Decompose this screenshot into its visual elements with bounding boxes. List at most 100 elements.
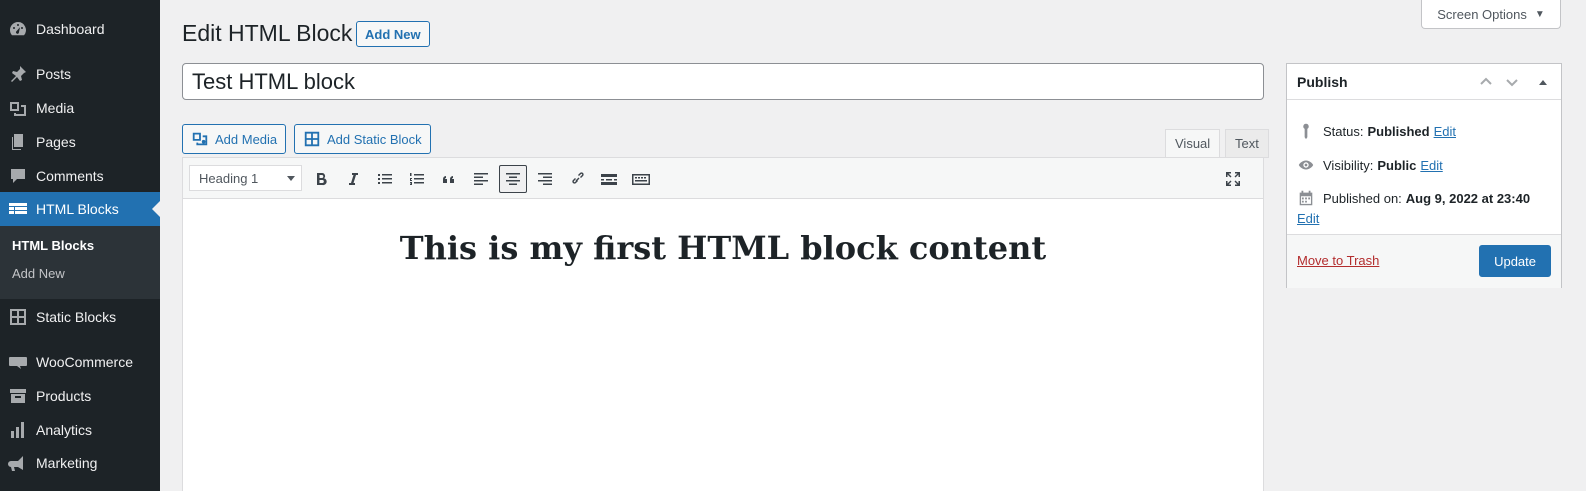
sidebar-item-posts[interactable]: Posts [0,57,160,91]
add-media-button[interactable]: Add Media [182,124,287,154]
sidebar-item-static-blocks[interactable]: Static Blocks [0,300,160,334]
grid-icon [304,131,320,147]
move-up-button[interactable] [1474,70,1498,94]
pages-icon [0,132,36,152]
publish-actions: Move to Trash Update [1287,234,1561,288]
sidebar-item-html-blocks[interactable]: HTML Blocks [0,192,160,226]
italic-button[interactable] [339,165,367,193]
screen-options-button[interactable]: Screen Options ▼ [1421,0,1561,29]
page-title: Edit HTML Block [182,20,353,46]
megaphone-icon [0,453,36,473]
sidebar-item-label: Posts [36,66,72,82]
bold-icon [317,172,327,186]
grid-icon [0,307,36,327]
post-title-input[interactable]: Test HTML block [182,63,1264,100]
align-left-icon [474,173,488,185]
read-more-icon [601,174,617,185]
fullscreen-button[interactable] [1219,165,1247,193]
publish-box: Publish Status: Published Edit Visibilit… [1286,63,1562,288]
sidebar-item-label: Marketing [36,455,98,471]
media-icon [192,132,208,146]
format-select-value: Heading 1 [199,170,259,186]
visibility-label: Visibility: [1323,157,1374,173]
status-label: Status: [1323,123,1364,139]
sidebar-item-woocommerce[interactable]: WooCommerce [0,345,160,379]
toggle-panel-button[interactable] [1531,70,1555,94]
published-on-label: Published on: [1323,190,1402,206]
submenu-item-add-new[interactable]: Add New [12,266,65,281]
link-icon [572,172,584,184]
sidebar-item-analytics[interactable]: Analytics [0,413,160,447]
woo-icon [0,352,36,372]
pin-icon [0,64,36,84]
update-button[interactable]: Update [1479,245,1551,277]
sidebar-item-label: Products [36,388,92,404]
caret-down-icon: ▼ [1534,8,1545,20]
toolbar-toggle-button[interactable] [627,165,655,193]
bullet-list-button[interactable] [371,165,399,193]
published-on-value: Aug 9, 2022 at 23:40 [1405,190,1531,206]
sidebar-item-label: WooCommerce [36,354,133,370]
published-on-row: Published on: Aug 9, 2022 at 23:40 [1297,189,1530,207]
content-heading[interactable]: This is my first HTML block content [183,229,1263,267]
add-new-button[interactable]: Add New [356,21,430,47]
publish-title: Publish [1297,74,1348,90]
align-center-button[interactable] [499,165,527,193]
editor-toolbar: Heading 1 [183,158,1263,199]
blockquote-icon [443,176,454,183]
status-row: Status: Published Edit [1297,122,1456,140]
media-icon [0,98,36,118]
align-center-icon [506,173,520,185]
align-right-icon [538,173,552,185]
fullscreen-icon [1226,172,1240,186]
archive-icon [0,386,36,406]
blockquote-button[interactable] [435,165,463,193]
edit-date-link[interactable]: Edit [1297,211,1319,226]
sidebar-item-comments[interactable]: Comments [0,159,160,193]
chevron-down-icon [1506,79,1518,87]
sidebar-item-dashboard[interactable]: Dashboard [0,12,160,46]
eye-icon [1298,160,1314,170]
move-to-trash-link[interactable]: Move to Trash [1297,253,1379,268]
triangle-up-icon [1539,80,1547,85]
sidebar-item-label: Comments [36,168,104,184]
numbered-list-button[interactable] [403,165,431,193]
sidebar-item-label: Static Blocks [36,309,117,325]
move-down-button[interactable] [1500,70,1524,94]
table-icon [0,199,36,219]
calendar-icon [1299,190,1313,206]
italic-icon [349,173,358,185]
sidebar-item-media[interactable]: Media [0,91,160,125]
screen-options-label: Screen Options [1437,6,1527,22]
sidebar-item-products[interactable]: Products [0,379,160,413]
caret-down-icon [287,176,295,181]
bullet-list-icon [378,174,392,184]
sidebar-item-pages[interactable]: Pages [0,125,160,159]
sidebar-item-marketing[interactable]: Marketing [0,446,160,480]
read-more-button[interactable] [595,165,623,193]
tab-visual[interactable]: Visual [1165,129,1221,158]
status-value: Published [1367,123,1430,139]
sidebar-item-label: Analytics [36,422,93,438]
edit-status-link[interactable]: Edit [1434,124,1456,139]
submenu-item-html-blocks[interactable]: HTML Blocks [12,238,94,253]
add-static-block-label: Add Static Block [327,131,422,147]
edit-visibility-link[interactable]: Edit [1420,158,1442,173]
add-media-label: Add Media [215,131,278,147]
sidebar-item-label: Pages [36,134,76,150]
sidebar-item-label: HTML Blocks [36,201,119,217]
format-select[interactable]: Heading 1 [189,165,302,191]
add-static-block-button[interactable]: Add Static Block [294,124,431,154]
sidebar-item-label: Media [36,100,75,116]
comment-icon [0,166,36,186]
bold-button[interactable] [307,165,335,193]
align-right-button[interactable] [531,165,559,193]
numbered-list-icon [410,173,424,185]
toolbar-toggle-icon [632,174,650,185]
link-button[interactable] [563,165,591,193]
visibility-row: Visibility: Public Edit [1297,156,1443,174]
align-left-button[interactable] [467,165,495,193]
chart-bar-icon [0,420,36,440]
admin-sidebar: Dashboard Posts Media Pages Comments HTM… [0,0,160,491]
tab-text[interactable]: Text [1225,129,1269,158]
